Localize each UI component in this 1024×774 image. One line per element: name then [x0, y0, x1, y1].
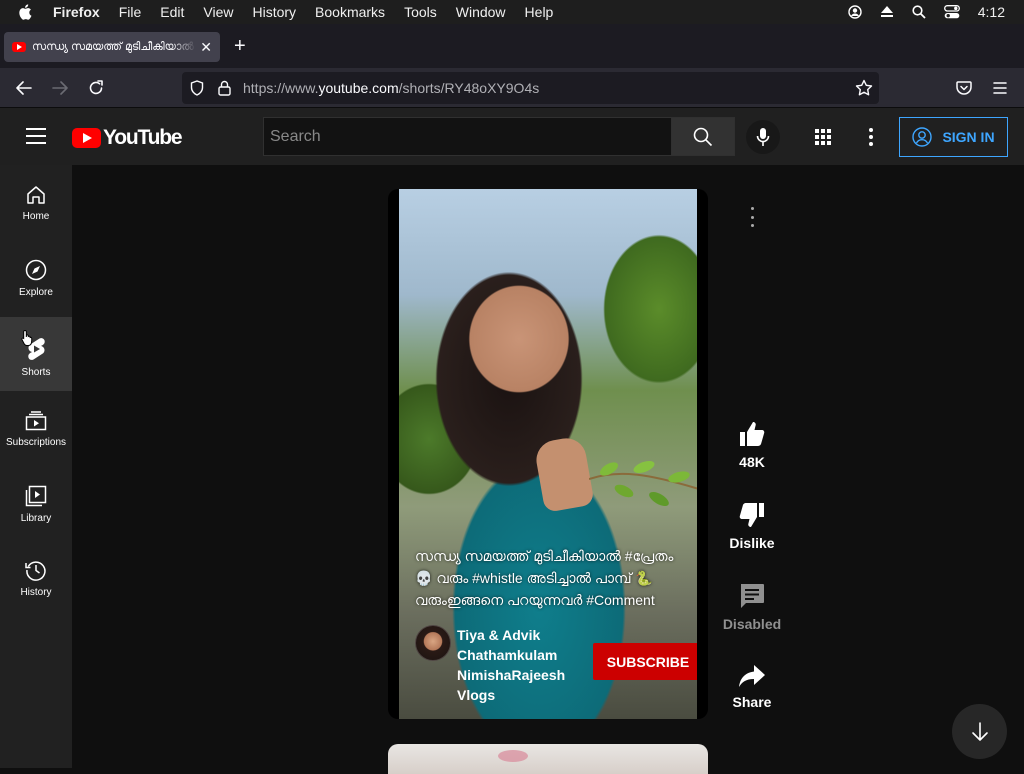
dislike-label: Dislike	[729, 535, 775, 551]
mini-guide-sidebar: Home Explore Shorts Subscriptions Librar…	[0, 165, 72, 768]
video-hand-shape	[533, 435, 595, 513]
video-leaves-shape	[589, 460, 697, 506]
url-bar[interactable]: https://www.youtube.com/shorts/RY48oXY9O…	[182, 72, 879, 104]
share-label: Share	[732, 694, 772, 710]
sidebar-item-home[interactable]: Home	[0, 165, 72, 239]
youtube-favicon-icon	[12, 42, 26, 52]
search-icon	[693, 127, 713, 146]
menu-history[interactable]: History	[252, 4, 296, 20]
browser-tab-strip: സന്ധ്യ സമയത്ത് മുടിചീകിയാൽ #പ്രേതം ✕ +	[0, 24, 1024, 68]
apps-grid-icon[interactable]	[815, 129, 831, 150]
lock-icon[interactable]	[218, 80, 231, 101]
share-icon	[739, 665, 765, 687]
short-caption: സന്ധ്യ സമയത്ത് മുടിചീകിയാൽ #പ്രേതം 💀 വരു…	[415, 545, 697, 611]
channel-row: Tiya & Advik Chathamkulam NimishaRajeesh…	[415, 625, 697, 705]
menubar-clock: 4:12	[977, 4, 1005, 20]
sign-in-button[interactable]: SIGN IN	[899, 117, 1008, 157]
bookmark-star-icon[interactable]	[855, 79, 873, 102]
library-icon	[25, 485, 47, 507]
channel-name[interactable]: Tiya & Advik Chathamkulam NimishaRajeesh…	[457, 625, 565, 705]
youtube-play-logo-icon	[72, 128, 101, 148]
sidebar-item-label: Shorts	[21, 367, 51, 378]
youtube-wordmark: YouTube	[103, 126, 183, 149]
guide-menu-icon[interactable]	[26, 128, 46, 144]
short-video-player[interactable]: സന്ധ്യ സമയത്ത് മുടിചീകിയാൽ #പ്രേതം 💀 വരു…	[388, 189, 708, 719]
sidebar-item-label: Explore	[19, 287, 53, 298]
caption-line[interactable]: വരുംഇങ്ങനെ പറയുന്നവർ #Comment	[415, 589, 697, 611]
search-button[interactable]	[671, 117, 735, 156]
menu-app-name[interactable]: Firefox	[53, 4, 100, 20]
pocket-icon[interactable]	[954, 78, 974, 98]
tracking-protection-shield-icon[interactable]	[190, 80, 204, 101]
control-center-icon[interactable]	[943, 5, 960, 19]
forward-button[interactable]	[50, 78, 70, 98]
microphone-icon	[756, 128, 770, 146]
thumbs-down-icon	[739, 503, 764, 527]
sign-in-label: SIGN IN	[942, 129, 995, 145]
reload-button[interactable]	[86, 78, 106, 98]
browser-nav-bar: https://www.youtube.com/shorts/RY48oXY9O…	[0, 68, 1024, 108]
account-circle-icon	[912, 127, 933, 147]
mouse-pointer-hand-icon	[21, 329, 35, 352]
share-button[interactable]: Share	[720, 664, 784, 710]
history-icon	[25, 561, 46, 581]
sidebar-item-label: Home	[22, 211, 50, 222]
spotlight-search-icon[interactable]	[912, 5, 926, 19]
compass-icon	[25, 259, 47, 281]
app-menu-icon[interactable]	[990, 78, 1010, 98]
sidebar-item-shorts[interactable]: Shorts	[0, 317, 72, 391]
next-short-preview[interactable]	[388, 744, 708, 774]
apple-icon[interactable]	[18, 4, 38, 20]
short-more-actions-icon[interactable]	[748, 207, 756, 227]
macos-menu-bar: Firefox File Edit View History Bookmarks…	[0, 0, 1024, 24]
next-short-button[interactable]	[952, 704, 1007, 759]
like-button[interactable]: 48K	[720, 420, 784, 470]
url-text[interactable]: https://www.youtube.com/shorts/RY48oXY9O…	[243, 80, 539, 96]
sidebar-item-label: Subscriptions	[5, 437, 67, 448]
menu-edit[interactable]: Edit	[160, 4, 184, 20]
menu-view[interactable]: View	[203, 4, 233, 20]
sidebar-item-subscriptions[interactable]: Subscriptions	[0, 391, 72, 465]
youtube-header: YouTube SIGN IN	[0, 108, 1024, 165]
search-box[interactable]	[263, 117, 672, 156]
home-icon	[27, 186, 45, 204]
sidebar-item-explore[interactable]: Explore	[0, 239, 72, 313]
like-count: 48K	[739, 454, 765, 470]
menu-file[interactable]: File	[119, 4, 142, 20]
settings-more-icon[interactable]	[869, 128, 873, 151]
comments-button[interactable]: Disabled	[720, 582, 784, 632]
short-video-frame[interactable]: സന്ധ്യ സമയത്ത് മുടിചീകിയാൽ #പ്രേതം 💀 വരു…	[399, 189, 697, 719]
subscriptions-icon	[25, 411, 47, 431]
channel-avatar[interactable]	[415, 625, 451, 661]
sidebar-item-label: Library	[20, 513, 52, 524]
menu-window[interactable]: Window	[456, 4, 506, 20]
sidebar-item-label: History	[20, 587, 52, 598]
caption-line[interactable]: 💀 വരും #whistle അടിച്ചാൽ പാമ്പ് 🐍	[415, 567, 697, 589]
arrow-down-icon	[971, 721, 988, 741]
back-button[interactable]	[14, 78, 34, 98]
menu-bookmarks[interactable]: Bookmarks	[315, 4, 385, 20]
dislike-button[interactable]: Dislike	[720, 501, 784, 551]
search-input[interactable]	[264, 118, 671, 155]
comment-icon	[741, 584, 764, 608]
sidebar-item-history[interactable]: History	[0, 539, 72, 613]
tab-title: സന്ധ്യ സമയത്ത് മുടിചീകിയാൽ #പ്രേതം	[32, 40, 196, 53]
sidebar-item-library[interactable]: Library	[0, 465, 72, 539]
caption-line[interactable]: സന്ധ്യ സമയത്ത് മുടിചീകിയാൽ #പ്രേതം	[415, 545, 697, 567]
menu-tools[interactable]: Tools	[404, 4, 437, 20]
subscribe-button[interactable]: SUBSCRIBE	[593, 643, 697, 680]
browser-tab-active[interactable]: സന്ധ്യ സമയത്ത് മുടിചീകിയാൽ #പ്രേതം ✕	[4, 32, 220, 62]
thumbs-up-icon	[740, 422, 765, 446]
tab-close-icon[interactable]: ✕	[200, 39, 212, 55]
comments-label: Disabled	[722, 616, 782, 632]
eject-icon[interactable]	[880, 6, 894, 18]
menu-help[interactable]: Help	[525, 4, 554, 20]
user-account-icon[interactable]	[848, 5, 862, 19]
voice-search-button[interactable]	[746, 120, 780, 154]
youtube-logo[interactable]: YouTube	[72, 126, 183, 150]
new-tab-button[interactable]: +	[234, 36, 246, 56]
